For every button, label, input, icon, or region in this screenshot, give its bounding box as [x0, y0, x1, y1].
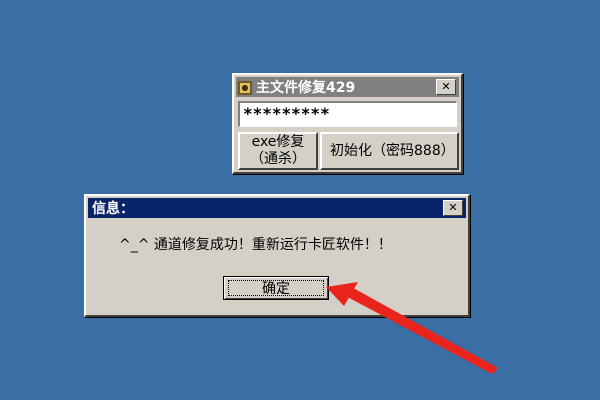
exe-repair-button-label: exe修复（通杀）	[250, 134, 306, 167]
exe-repair-button[interactable]: exe修复（通杀）	[238, 132, 318, 170]
info-dialog-titlebar[interactable]: 信息： ✕	[88, 198, 466, 218]
repair-window: 主文件修复429 ✕ ********* exe修复（通杀） 初始化（密码888…	[232, 73, 463, 174]
close-icon: ✕	[448, 201, 458, 214]
close-icon: ✕	[441, 80, 451, 93]
repair-window-title: 主文件修复429	[256, 80, 356, 96]
repair-window-titlebar[interactable]: 主文件修复429 ✕	[236, 77, 459, 97]
info-message: ^_^ 通道修复成功！重新运行卡匠软件！！	[119, 237, 392, 253]
info-dialog-close-button[interactable]: ✕	[443, 200, 463, 216]
info-dialog-title: 信息：	[92, 201, 134, 217]
ok-button[interactable]: 确定	[223, 276, 329, 300]
initialize-button-label: 初始化（密码888）	[330, 142, 455, 159]
repair-window-close-button[interactable]: ✕	[436, 79, 456, 95]
focus-rectangle	[228, 280, 324, 296]
password-input[interactable]: *********	[238, 101, 457, 127]
initialize-button[interactable]: 初始化（密码888）	[320, 132, 459, 170]
app-icon	[238, 80, 252, 95]
info-dialog: 信息： ✕ ^_^ 通道修复成功！重新运行卡匠软件！！ 确定	[84, 194, 470, 317]
